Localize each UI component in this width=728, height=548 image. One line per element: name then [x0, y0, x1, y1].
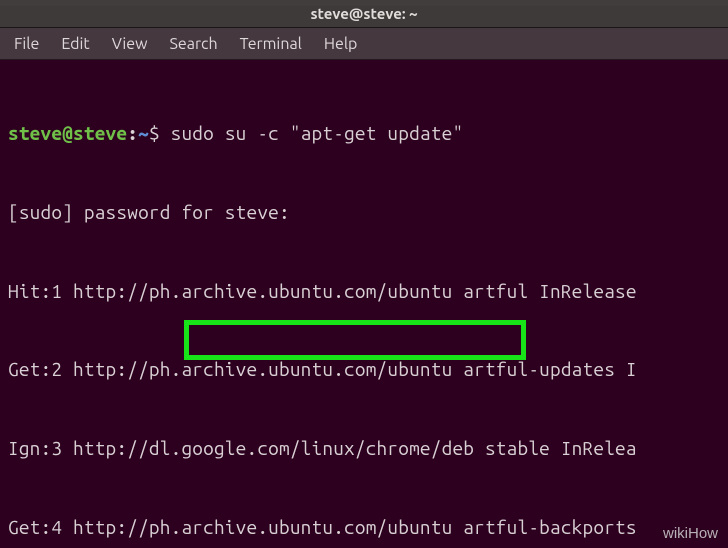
- terminal-line: steve@steve:~$ sudo su -c "apt-get updat…: [8, 120, 724, 146]
- menu-terminal[interactable]: Terminal: [240, 35, 302, 53]
- menu-edit[interactable]: Edit: [61, 35, 89, 53]
- terminal-line: Get:4 http://ph.archive.ubuntu.com/ubunt…: [8, 514, 724, 540]
- window-title: steve@steve: ~: [310, 5, 417, 22]
- prompt-user-host: steve@steve: [8, 122, 127, 144]
- window-titlebar: steve@steve: ~: [0, 0, 728, 28]
- menu-file[interactable]: File: [14, 35, 39, 53]
- prompt-dollar: $: [149, 122, 160, 144]
- menu-view[interactable]: View: [112, 35, 148, 53]
- terminal-area[interactable]: steve@steve:~$ sudo su -c "apt-get updat…: [0, 60, 728, 548]
- terminal-line: [sudo] password for steve:: [8, 199, 724, 225]
- terminal-line: Ign:3 http://dl.google.com/linux/chrome/…: [8, 435, 724, 461]
- watermark-text: wikiHow: [663, 525, 718, 542]
- command-text: sudo su -c "apt-get update": [171, 122, 464, 144]
- prompt-path: ~: [138, 122, 149, 144]
- terminal-line: Get:2 http://ph.archive.ubuntu.com/ubunt…: [8, 356, 724, 382]
- menubar: File Edit View Search Terminal Help: [0, 28, 728, 60]
- menu-help[interactable]: Help: [324, 35, 358, 53]
- terminal-line: Hit:1 http://ph.archive.ubuntu.com/ubunt…: [8, 278, 724, 304]
- menu-search[interactable]: Search: [170, 35, 218, 53]
- prompt-colon: :: [127, 122, 138, 144]
